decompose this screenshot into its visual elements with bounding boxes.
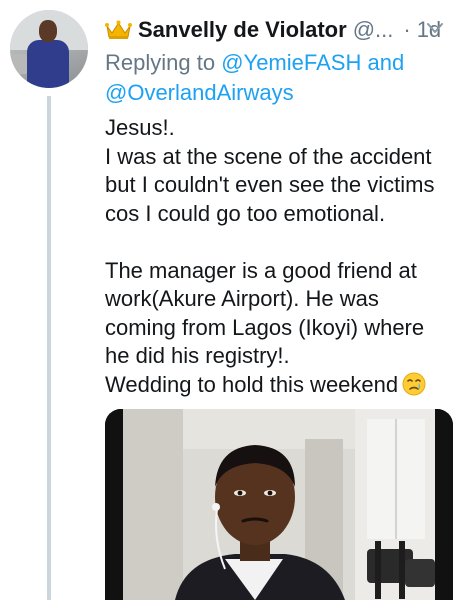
author-handle[interactable]: @... <box>353 17 394 43</box>
mention-yemiefash[interactable]: @YemieFASH <box>221 50 361 75</box>
thread-line <box>47 96 51 600</box>
crown-icon <box>105 20 132 39</box>
tweet-line: Wedding to hold this weekend <box>105 371 399 397</box>
chevron-down-icon[interactable] <box>425 18 445 38</box>
tweet-header: Sanvelly de Violator @... · 1d <box>105 14 447 46</box>
tweet[interactable]: Sanvelly de Violator @... · 1d Replying … <box>0 0 457 600</box>
avatar[interactable] <box>10 10 88 88</box>
author-name[interactable]: Sanvelly de Violator <box>138 17 347 43</box>
tweet-line-last: Wedding to hold this weekend <box>105 371 450 400</box>
replying-to: Replying to @YemieFASH and @OverlandAirwa… <box>105 48 445 108</box>
replying-and[interactable]: and <box>367 50 404 75</box>
avatar-figure-body <box>27 40 69 88</box>
tweet-text: Jesus!. I was at the scene of the accide… <box>105 114 450 399</box>
crying-face-emoji-icon <box>402 372 426 395</box>
replying-prefix: Replying to <box>105 50 216 75</box>
photo-image <box>105 409 453 600</box>
avatar-figure-head <box>39 20 57 42</box>
tweet-line: I was at the scene of the accident but I… <box>105 143 435 226</box>
time-separator: · <box>403 17 411 42</box>
mention-overlandairways[interactable]: @OverlandAirways <box>105 80 294 105</box>
tweet-line: The manager is a good friend at work(Aku… <box>105 257 425 369</box>
attached-photo[interactable] <box>105 409 453 600</box>
tweet-line: Jesus!. <box>105 115 175 140</box>
